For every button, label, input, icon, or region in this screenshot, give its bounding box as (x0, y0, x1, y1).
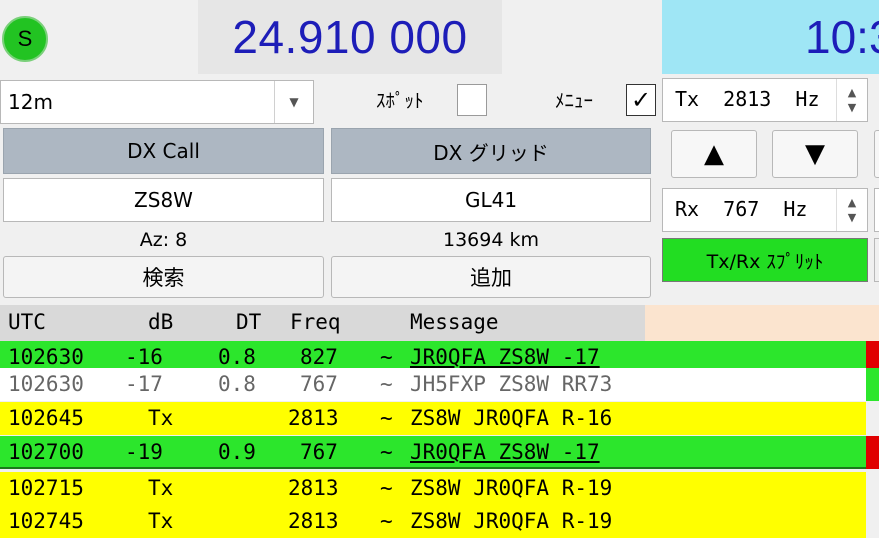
row-dt: 0.8 (218, 345, 256, 369)
dx-call-field[interactable]: ZS8W (3, 178, 324, 222)
row-freq: 2813 (288, 406, 339, 430)
row-db: -17 (125, 372, 163, 396)
spin-down-icon[interactable]: ▼ (848, 100, 856, 115)
clock-display: 10:3 (662, 0, 879, 74)
edge-field[interactable] (874, 188, 879, 232)
row-freq: 767 (300, 372, 338, 396)
tx-frequency-text: Tx 2813 Hz (675, 87, 820, 111)
decode-row[interactable]: 102645 Tx 2813 ~ ZS8W JR0QFA R-16 (0, 402, 866, 435)
spin-arrows[interactable]: ▲ ▼ (836, 79, 867, 121)
rx-frequency-text: Rx 767 Hz (675, 197, 808, 221)
row-dt: 0.8 (218, 372, 256, 396)
top-gap (502, 0, 662, 74)
header-spacer (645, 305, 879, 341)
add-button[interactable]: 追加 (331, 256, 651, 298)
row-db: -16 (125, 345, 163, 369)
spin-arrows[interactable]: ▲ ▼ (836, 189, 867, 231)
row-freq: 2813 (288, 476, 339, 500)
distance-text: 13694 km (443, 229, 539, 251)
edge-button[interactable] (874, 130, 879, 178)
dx-grid-value: GL41 (464, 188, 518, 212)
col-message: Message (410, 310, 499, 334)
add-button-label: 追加 (470, 266, 512, 290)
row-freq: 827 (300, 345, 338, 369)
row-message: JH5FXP ZS8W RR73 (410, 372, 613, 396)
frequency-display: 24.910 000 (198, 0, 502, 74)
down-arrow-icon: ▼ (805, 139, 825, 169)
up-button[interactable]: ▲ (671, 130, 757, 178)
dx-grid-header-label: DX グリッド (433, 140, 549, 165)
menu-label: ﾒﾆｭｰ (555, 90, 594, 112)
row-sep: ~ (380, 476, 393, 500)
azimuth-text: Az: 8 (139, 229, 188, 251)
dx-call-header-label: DX Call (127, 139, 200, 163)
dx-call-header: DX Call (3, 128, 324, 174)
split-label: Tx/Rx ｽﾌﾟﾘｯﾄ (706, 250, 824, 273)
row-db: -19 (125, 440, 163, 464)
row-sep: ~ (380, 406, 393, 430)
edge-button[interactable] (874, 238, 879, 282)
row-db: Tx (148, 406, 174, 430)
frequency-text: 24.910 000 (232, 11, 468, 63)
rx-frequency-spinbox[interactable]: Rx 767 Hz ▲ ▼ (662, 188, 868, 232)
row-sep: ~ (380, 509, 393, 533)
row-freq: 2813 (288, 509, 339, 533)
row-utc: 102700 (8, 440, 84, 464)
row-mark (866, 368, 879, 401)
row-dt: 0.9 (218, 440, 256, 464)
row-db: Tx (148, 476, 174, 500)
row-message: ZS8W JR0QFA R-19 (410, 509, 613, 533)
spot-checkbox[interactable] (457, 84, 487, 116)
menu-checkbox[interactable]: ✓ (626, 84, 656, 116)
spot-label: ｽﾎﾟｯﾄ (376, 90, 424, 112)
spin-up-icon[interactable]: ▲ (848, 85, 856, 100)
dx-call-value: ZS8W (134, 188, 193, 212)
decode-row[interactable]: 102715 Tx 2813 ~ ZS8W JR0QFA R-19 (0, 472, 866, 505)
down-button[interactable]: ▼ (772, 130, 858, 178)
up-arrow-icon: ▲ (704, 139, 724, 169)
row-db: Tx (148, 509, 174, 533)
checkmark-icon: ✓ (630, 86, 652, 114)
tx-frequency-spinbox[interactable]: Tx 2813 Hz ▲ ▼ (662, 78, 868, 122)
decode-column-header: UTC dB DT Freq Message (0, 305, 645, 341)
dx-grid-field[interactable]: GL41 (331, 178, 651, 222)
col-utc: UTC (8, 310, 46, 334)
decode-row[interactable]: 102745 Tx 2813 ~ ZS8W JR0QFA R-19 (0, 505, 866, 538)
row-mark (866, 436, 879, 469)
col-db: dB (148, 310, 174, 334)
col-dt: DT (236, 310, 262, 334)
row-message: ZS8W JR0QFA R-16 (410, 406, 613, 430)
row-message: JR0QFA ZS8W -17 (410, 345, 600, 369)
col-freq: Freq (290, 310, 341, 334)
band-select[interactable]: 12m ▼ (0, 80, 314, 124)
search-button-label: 検索 (142, 266, 185, 290)
status-led: S (2, 16, 48, 62)
row-freq: 767 (300, 440, 338, 464)
clock-text: 10:3 (805, 11, 879, 63)
row-utc: 102745 (8, 509, 84, 533)
spin-down-icon[interactable]: ▼ (848, 210, 856, 225)
status-led-label: S (17, 26, 33, 51)
chevron-down-icon[interactable]: ▼ (274, 81, 313, 123)
row-utc: 102715 (8, 476, 84, 500)
tx-rx-split-button[interactable]: Tx/Rx ｽﾌﾟﾘｯﾄ (662, 238, 868, 282)
spin-up-icon[interactable]: ▲ (848, 195, 856, 210)
decode-row[interactable]: 102630 -17 0.8 767 ~ JH5FXP ZS8W RR73 (0, 368, 866, 401)
row-utc: 102630 (8, 372, 84, 396)
row-message: ZS8W JR0QFA R-19 (410, 476, 613, 500)
row-sep: ~ (380, 372, 393, 396)
row-sep: ~ (380, 440, 393, 464)
row-sep: ~ (380, 345, 393, 369)
dx-grid-header: DX グリッド (331, 128, 651, 174)
search-button[interactable]: 検索 (3, 256, 324, 298)
band-value: 12m (8, 90, 53, 114)
row-utc: 102630 (8, 345, 84, 369)
row-utc: 102645 (8, 406, 84, 430)
decode-row[interactable]: 102700 -19 0.9 767 ~ JR0QFA ZS8W -17 (0, 436, 866, 469)
row-message: JR0QFA ZS8W -17 (410, 440, 600, 464)
